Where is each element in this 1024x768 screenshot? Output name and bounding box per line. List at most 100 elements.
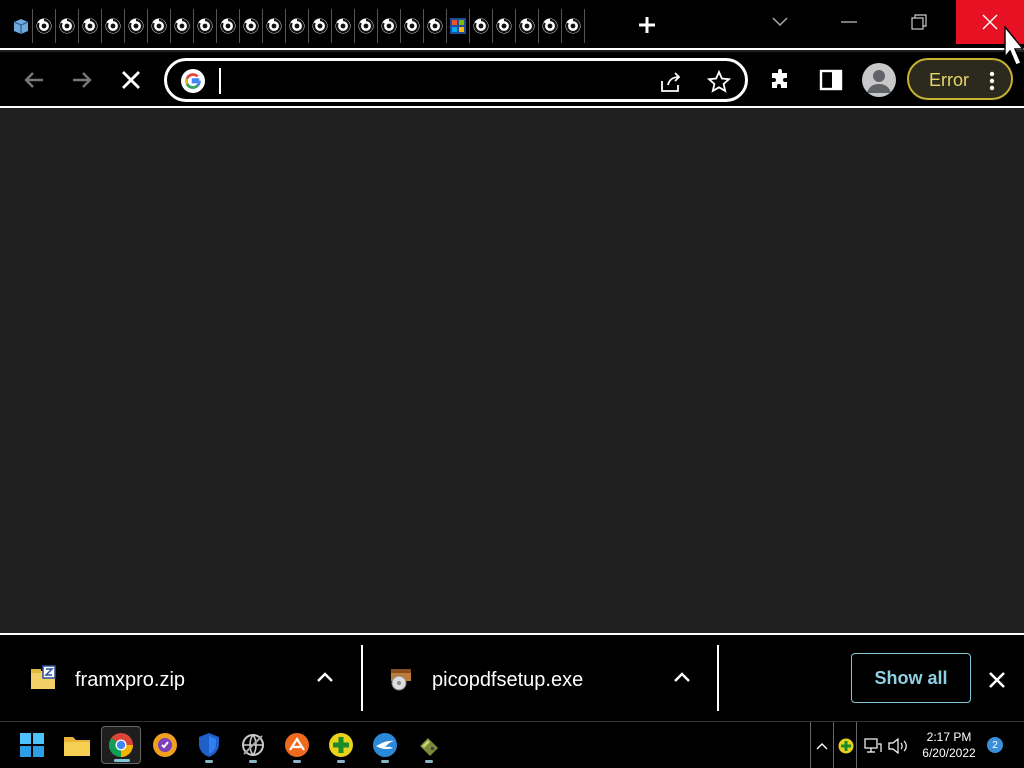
taskbar-shield[interactable] [189,726,229,764]
browser-tab[interactable] [148,9,171,43]
start-button[interactable] [12,726,52,764]
loading-icon [266,18,282,34]
notification-badge[interactable]: 2 [987,737,1003,753]
browser-tab[interactable] [33,9,56,43]
browser-tab[interactable] [424,9,447,43]
browser-tab[interactable] [562,9,585,43]
loading-icon [381,18,397,34]
blue-bird-icon [373,733,397,757]
browser-tab[interactable] [378,9,401,43]
download-item[interactable]: picopdfsetup.exe [388,645,704,711]
browser-tab[interactable] [102,9,125,43]
browser-tab[interactable] [125,9,148,43]
close-icon [989,672,1005,688]
restore-button[interactable] [896,0,942,44]
more-vert-icon [989,71,995,91]
green-plus-icon [329,733,353,757]
browser-tab[interactable] [240,9,263,43]
mouse-cursor-icon [1004,26,1024,66]
taskbar-clock[interactable]: 2:17 PM 6/20/2022 [914,729,984,761]
browser-tab[interactable] [309,9,332,43]
profile-error-button[interactable]: Error [907,58,1013,100]
app-icon [13,19,29,34]
orange-app-icon [285,733,309,757]
browser-tab[interactable] [516,9,539,43]
side-panel-icon [819,69,843,91]
loading-icon [519,18,535,34]
minimize-icon [841,21,857,23]
tab-list [10,9,585,43]
tab-search-button[interactable] [760,0,800,44]
taskbar-network-app[interactable] [233,726,273,764]
show-hidden-icons-button[interactable] [810,722,834,768]
taskbar-orange-app[interactable] [277,726,317,764]
browser-tab[interactable] [263,9,286,43]
profile-error-label: Error [929,70,969,90]
shield-icon [199,733,219,757]
loading-icon [542,18,558,34]
browser-tab[interactable] [286,9,309,43]
download-filename: framxpro.zip [75,669,186,691]
taskbar-blue-bird[interactable] [365,726,405,764]
back-button[interactable] [18,64,50,96]
text-caret [219,68,221,94]
close-icon [982,14,998,30]
taskbar-brave[interactable] [145,726,185,764]
close-shelf-button[interactable] [984,667,1010,693]
browser-tab[interactable] [493,9,516,43]
running-indicator [249,760,257,763]
star-icon [707,70,731,93]
stop-loading-button[interactable] [115,64,147,96]
clock-time: 2:17 PM [926,730,972,744]
extensions-button[interactable] [765,64,797,96]
loading-icon [565,18,581,34]
taskbar-usb-app[interactable] [409,726,449,764]
running-indicator [425,760,433,763]
browser-tab[interactable] [401,9,424,43]
taskbar-green-plus[interactable] [321,726,361,764]
loading-icon [289,18,305,34]
browser-tab[interactable] [79,9,102,43]
browser-tab[interactable] [332,9,355,43]
google-icon [181,69,205,93]
side-panel-button[interactable] [815,64,847,96]
browser-tab[interactable] [470,9,493,43]
show-all-button[interactable]: Show all [851,653,971,703]
new-tab-button[interactable] [632,10,662,40]
minimize-button[interactable] [826,0,872,44]
loading-icon [36,18,52,34]
forward-button[interactable] [66,64,98,96]
address-input[interactable] [217,67,647,95]
browser-tab[interactable] [217,9,240,43]
loading-icon [473,18,489,34]
shelf-divider [361,645,363,711]
volume-button[interactable] [886,722,910,768]
bookmark-button[interactable] [705,68,733,96]
browser-tab[interactable] [56,9,79,43]
chevron-up-icon[interactable] [315,667,335,687]
browser-tab[interactable] [355,9,378,43]
network-status-button[interactable] [862,722,884,768]
loading-icon [151,18,167,34]
taskbar-file-explorer[interactable] [57,726,97,764]
browser-tab[interactable] [447,9,470,43]
speaker-icon [888,737,907,754]
browser-tab[interactable] [10,9,33,43]
browser-tab[interactable] [171,9,194,43]
share-button[interactable] [657,68,685,96]
tray-green-plus[interactable] [835,722,857,768]
loading-icon [427,18,443,34]
browser-tab[interactable] [194,9,217,43]
profile-avatar[interactable] [862,63,896,97]
share-icon [661,72,681,92]
file-explorer-icon [64,737,90,756]
taskbar-chrome[interactable] [101,726,141,764]
browser-tab[interactable] [539,9,562,43]
download-item[interactable]: framxpro.zip [30,645,346,711]
loading-icon [404,18,420,34]
chevron-up-icon[interactable] [672,667,692,687]
page-content[interactable] [0,110,1024,633]
address-bar[interactable] [164,58,748,102]
tab-strip [0,0,1024,50]
download-shelf: framxpro.zip picopdfsetup.exe Show all [0,633,1024,721]
